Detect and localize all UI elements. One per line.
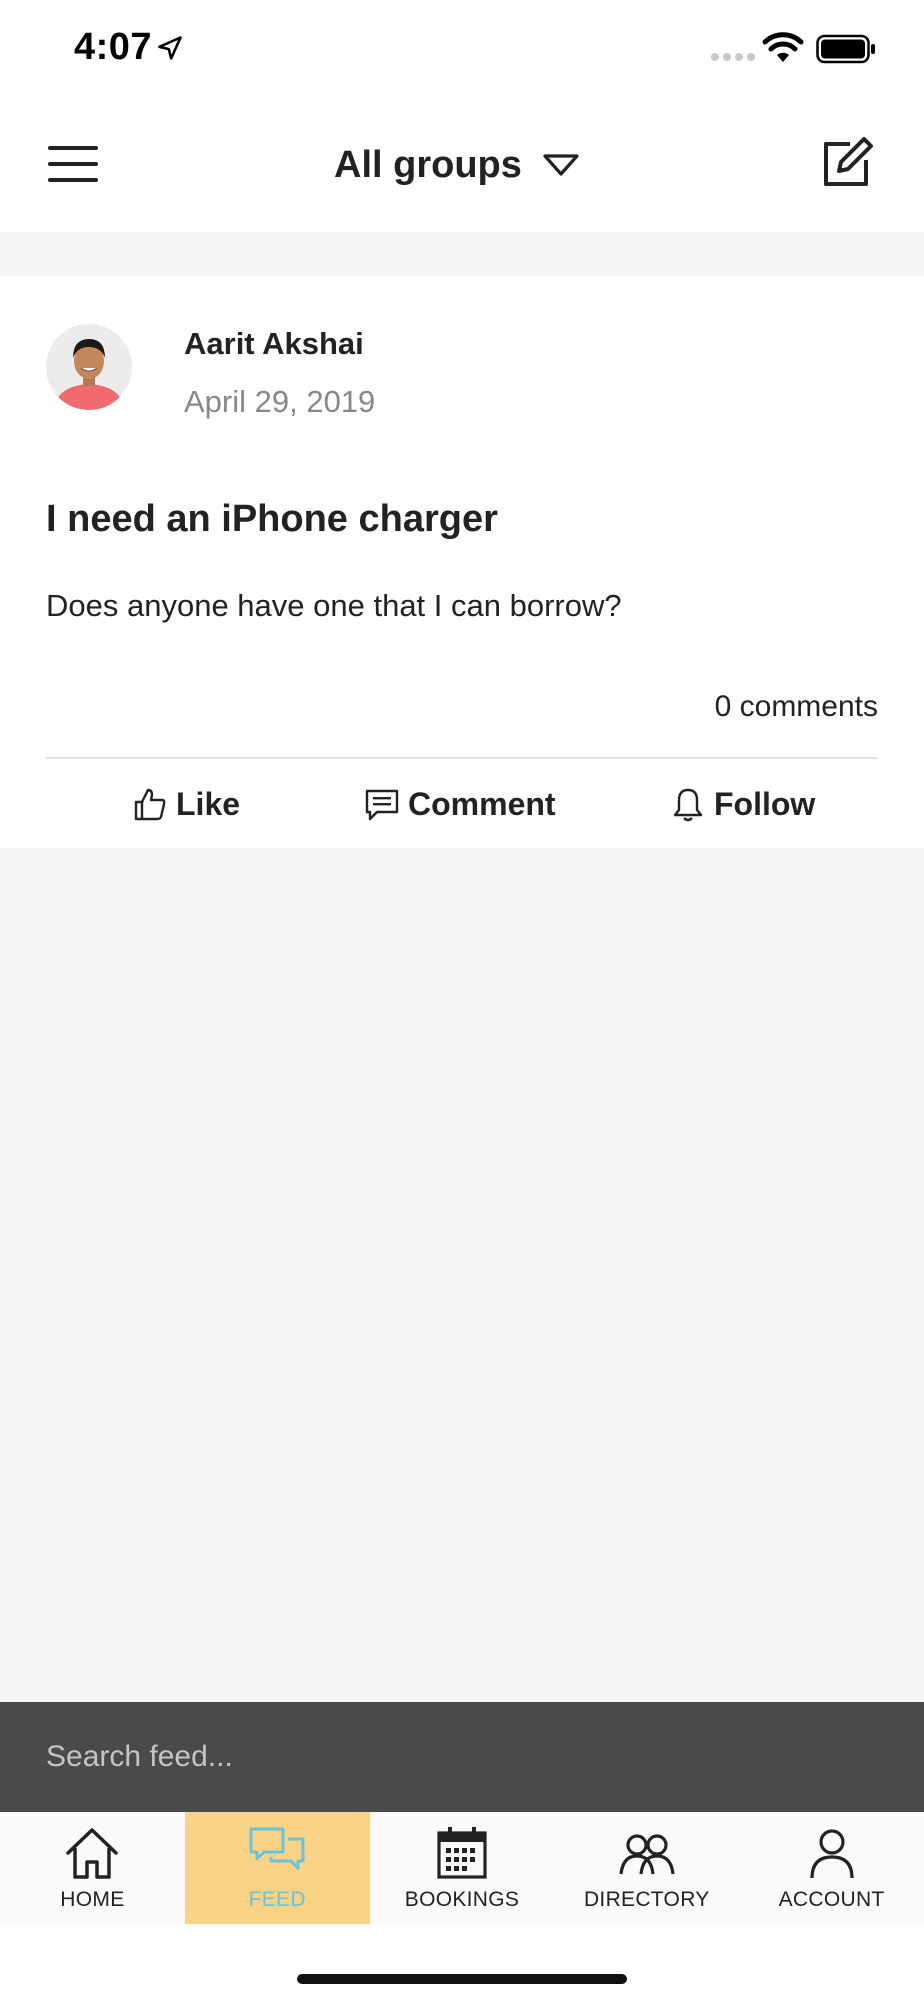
search-bar — [0, 1702, 924, 1812]
post-date: April 29, 2019 — [184, 384, 376, 419]
post-author[interactable]: Aarit Akshai — [184, 326, 364, 362]
tab-account-label: ACCOUNT — [778, 1888, 885, 1911]
comment-button[interactable]: Comment — [364, 760, 556, 848]
feed-spacer — [0, 232, 924, 276]
comment-icon — [365, 789, 399, 821]
avatar[interactable] — [46, 324, 132, 410]
divider — [46, 757, 878, 759]
post-title: I need an iPhone charger — [46, 498, 498, 540]
follow-label: Follow — [714, 785, 816, 822]
tab-home-label: HOME — [60, 1888, 125, 1911]
home-indicator-area — [0, 1924, 924, 2000]
tab-directory[interactable]: DIRECTORY — [554, 1812, 739, 1924]
cellular-signal-icon — [711, 53, 755, 61]
top-nav-bar: All groups — [0, 100, 924, 232]
post-card[interactable]: Aarit Akshai April 29, 2019 I need an iP… — [0, 276, 924, 848]
status-bar: 4:07 — [0, 0, 924, 100]
hamburger-menu-icon[interactable] — [46, 142, 100, 186]
caret-down-icon — [543, 154, 579, 176]
bottom-tab-bar: HOME FEED BOOKINGS DIRECTORY ACCOUNT — [0, 1812, 924, 1924]
tab-directory-label: DIRECTORY — [583, 1888, 710, 1911]
compose-icon[interactable] — [820, 136, 874, 190]
like-button[interactable]: Like — [132, 760, 240, 848]
location-arrow-icon — [158, 36, 182, 60]
group-selector[interactable]: All groups — [334, 140, 580, 190]
house-icon — [66, 1828, 119, 1879]
calendar-icon — [437, 1827, 487, 1879]
comment-label: Comment — [408, 785, 556, 822]
wifi-icon — [762, 32, 804, 62]
follow-button[interactable]: Follow — [670, 760, 815, 848]
tab-home[interactable]: HOME — [0, 1812, 185, 1924]
home-indicator[interactable] — [297, 1974, 627, 1984]
thumbs-up-icon — [134, 788, 166, 821]
post-body: Does anyone have one that I can borrow? — [46, 588, 622, 623]
tab-feed-label: FEED — [248, 1888, 306, 1911]
chat-bubbles-icon — [249, 1827, 305, 1870]
battery-icon — [816, 34, 875, 64]
tab-bookings-label: BOOKINGS — [404, 1888, 520, 1911]
post-actions: Like Comment Follow — [0, 760, 924, 848]
tab-account[interactable]: ACCOUNT — [739, 1812, 924, 1924]
comment-count[interactable]: 0 comments — [715, 690, 878, 724]
people-icon — [619, 1834, 675, 1875]
status-time: 4:07 — [74, 26, 153, 68]
search-input[interactable] — [0, 1702, 924, 1812]
avatar-photo — [46, 324, 132, 410]
person-icon — [809, 1829, 854, 1879]
like-label: Like — [176, 785, 241, 822]
bell-icon — [673, 788, 703, 822]
tab-bookings[interactable]: BOOKINGS — [370, 1812, 555, 1924]
tab-feed[interactable]: FEED — [184, 1812, 370, 1924]
group-selector-label: All groups — [334, 143, 522, 186]
